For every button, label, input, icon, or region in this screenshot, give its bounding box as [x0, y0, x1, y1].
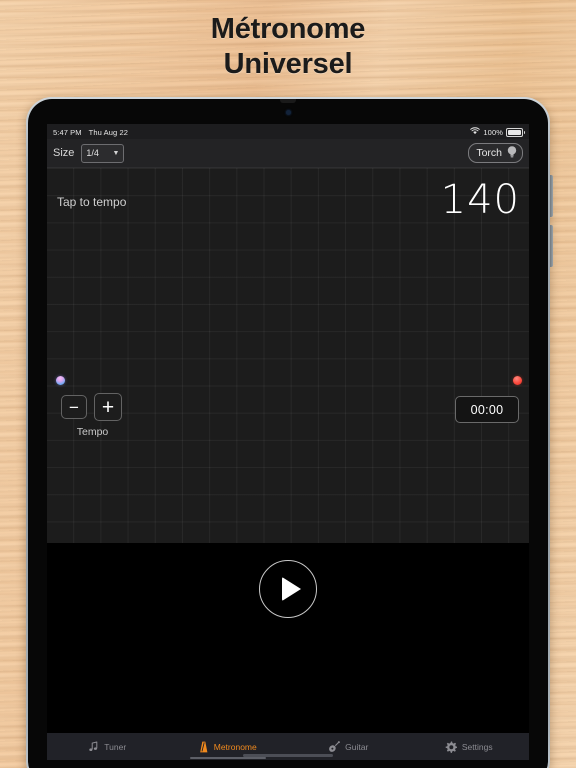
volume-up-button[interactable]: [550, 175, 553, 217]
volume-down-button[interactable]: [550, 225, 553, 267]
tempo-button-row: − +: [61, 393, 122, 421]
status-date: Thu Aug 22: [88, 127, 129, 137]
app-screen: 5:47 PM Thu Aug 22 100% Size 1/4 ▼ Torch…: [47, 124, 529, 760]
earpiece-speaker: [280, 99, 296, 103]
battery-icon: [506, 127, 525, 137]
metronome-icon: [199, 741, 209, 753]
wifi-icon: [470, 127, 481, 137]
tablet-device: 5:47 PM Thu Aug 22 100% Size 1/4 ▼ Torch…: [26, 97, 553, 768]
torch-label: Torch: [476, 147, 502, 159]
page-title-line-1: Métronome: [210, 13, 366, 45]
play-button[interactable]: [259, 560, 317, 618]
tab-metronome-label: Metronome: [213, 741, 257, 752]
lightbulb-icon: [506, 145, 518, 162]
beat-marker-start-icon[interactable]: [56, 376, 65, 385]
tab-guitar-label: Guitar: [345, 741, 369, 752]
tempo-increase-button[interactable]: +: [94, 393, 122, 421]
tab-settings-label: Settings: [461, 741, 493, 752]
size-dropdown-value: 1/4: [86, 148, 99, 158]
guitar-icon: [328, 740, 341, 753]
music-note-icon: [88, 741, 99, 752]
tempo-caption: Tempo: [76, 426, 109, 438]
page-title-line-2: Universel: [223, 48, 353, 80]
torch-button[interactable]: Torch: [468, 143, 523, 163]
gear-icon: [445, 741, 457, 753]
chevron-down-icon: ▼: [112, 149, 120, 157]
front-camera-icon: [285, 110, 291, 115]
elapsed-timer[interactable]: 00:00: [455, 396, 519, 423]
tempo-controls: − + Tempo: [61, 393, 122, 438]
bpm-value[interactable]: 140: [441, 178, 520, 222]
status-bar-left: 5:47 PM Thu Aug 22: [53, 128, 128, 137]
grid-lines: [47, 168, 529, 543]
tab-settings[interactable]: Settings: [409, 733, 530, 760]
home-indicator: [243, 754, 333, 757]
tap-to-tempo-label[interactable]: Tap to tempo: [57, 195, 126, 209]
size-dropdown[interactable]: 1/4 ▼: [81, 143, 125, 163]
beat-marker-end-icon[interactable]: [513, 376, 522, 385]
tab-tuner[interactable]: Tuner: [47, 733, 168, 760]
metronome-grid-panel[interactable]: Tap to tempo 140 − + Tempo 00:00: [47, 168, 529, 543]
toolbar-left-group: Size 1/4 ▼: [53, 143, 125, 163]
page-title: Métronome Universel: [0, 12, 576, 82]
size-label: Size: [53, 147, 75, 159]
tab-bar: Tuner Metronome Guitar Settings: [47, 733, 529, 760]
status-bar-right: 100%: [470, 127, 525, 137]
tempo-decrease-button[interactable]: −: [61, 395, 87, 419]
battery-percent-label: 100%: [483, 127, 503, 137]
transport-area: [47, 543, 529, 722]
play-icon: [281, 577, 301, 601]
device-bezel: 5:47 PM Thu Aug 22 100% Size 1/4 ▼ Torch…: [28, 99, 548, 768]
battery-fill: [508, 129, 521, 135]
app-toolbar: Size 1/4 ▼ Torch: [47, 139, 529, 168]
status-bar: 5:47 PM Thu Aug 22 100%: [47, 124, 529, 139]
tab-tuner-label: Tuner: [104, 741, 127, 752]
status-time: 5:47 PM: [53, 127, 82, 137]
